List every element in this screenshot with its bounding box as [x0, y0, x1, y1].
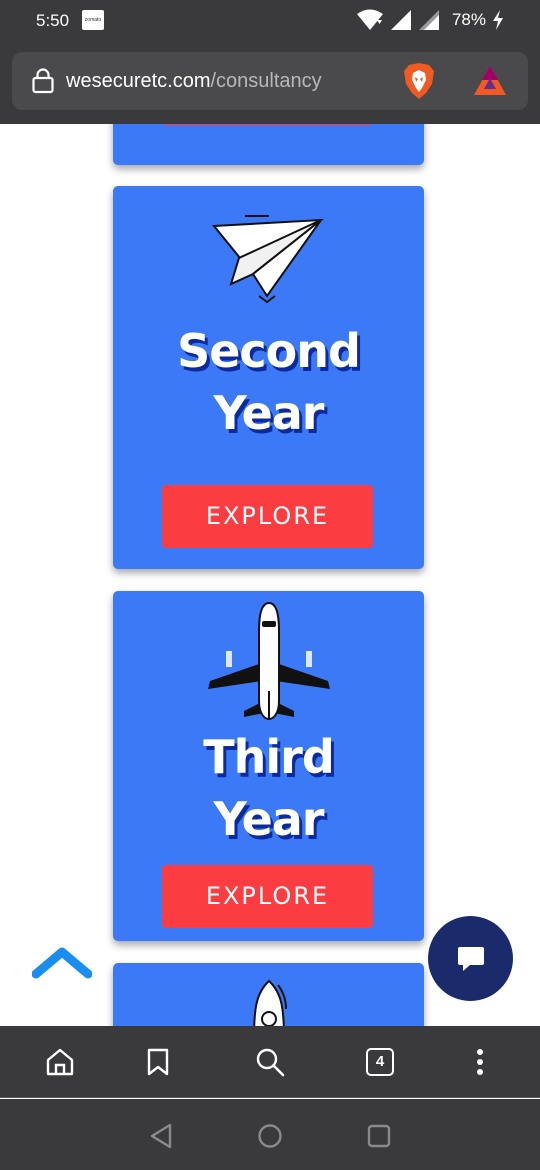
url-domain: wesecuretc.com	[66, 70, 211, 92]
status-bar: 5:50 zomato 78%	[0, 0, 540, 44]
charging-bolt-icon	[493, 10, 503, 30]
brave-rewards-icon[interactable]	[472, 64, 508, 98]
search-icon	[256, 1048, 285, 1077]
recents-square-icon	[367, 1124, 391, 1148]
card-second-year: Second Year EXPLORE	[113, 186, 424, 569]
scroll-to-top-button[interactable]	[32, 944, 92, 984]
airplane-icon	[113, 601, 424, 723]
phone-screen: 5:50 zomato 78% wesecuretc.com/consultan…	[0, 0, 540, 1170]
rocket-icon	[113, 979, 424, 1026]
card-title-line1: Third	[203, 730, 335, 784]
signal-icon	[390, 10, 411, 30]
home-circle-icon	[258, 1124, 282, 1148]
bookmark-icon	[147, 1048, 169, 1076]
card-title-line1: Second	[177, 324, 361, 378]
back-button[interactable]	[146, 1121, 176, 1151]
home-icon	[46, 1048, 74, 1076]
lock-icon[interactable]	[32, 68, 54, 94]
signal-secondary-icon	[418, 10, 439, 30]
status-indicators: 78%	[356, 9, 504, 31]
url-text[interactable]: wesecuretc.com/consultancy	[66, 70, 322, 93]
search-button[interactable]	[252, 1044, 288, 1080]
home-button[interactable]	[42, 1044, 78, 1080]
tabs-button[interactable]: 4	[362, 1044, 398, 1080]
tab-count-badge: 4	[366, 1048, 394, 1076]
card-title-line2: Year	[213, 792, 324, 846]
bookmarks-button[interactable]	[140, 1044, 176, 1080]
battery-percentage: 78%	[451, 10, 486, 29]
card-fourth-year	[113, 963, 424, 1026]
page-content: Second Year EXPLORE Third Year EXPLORE	[0, 124, 540, 1026]
explore-button-first[interactable]	[162, 124, 373, 125]
card-third-year: Third Year EXPLORE	[113, 591, 424, 941]
recents-button[interactable]	[364, 1121, 394, 1151]
chat-button[interactable]	[428, 916, 513, 1001]
explore-button-third-year[interactable]: EXPLORE	[162, 865, 373, 928]
system-navigation-bar	[0, 1099, 540, 1170]
browser-toolbar: wesecuretc.com/consultancy	[0, 44, 540, 124]
explore-button-second-year[interactable]: EXPLORE	[162, 485, 373, 548]
home-nav-button[interactable]	[255, 1121, 285, 1151]
url-path: /consultancy	[210, 70, 322, 92]
address-bar[interactable]: wesecuretc.com/consultancy	[12, 52, 528, 110]
chat-bubble-icon	[457, 946, 484, 971]
more-vertical-icon	[477, 1049, 483, 1075]
paper-plane-icon	[113, 212, 424, 307]
back-triangle-icon	[150, 1123, 172, 1149]
card-title-line2: Year	[213, 386, 324, 440]
menu-button[interactable]	[462, 1044, 498, 1080]
status-time: 5:50	[36, 11, 70, 30]
card-first-year	[113, 124, 424, 165]
wifi-icon	[356, 9, 383, 30]
zomato-notification-icon: zomato	[82, 10, 104, 30]
browser-bottom-toolbar: 4	[0, 1026, 540, 1098]
brave-shields-icon[interactable]	[402, 62, 436, 100]
